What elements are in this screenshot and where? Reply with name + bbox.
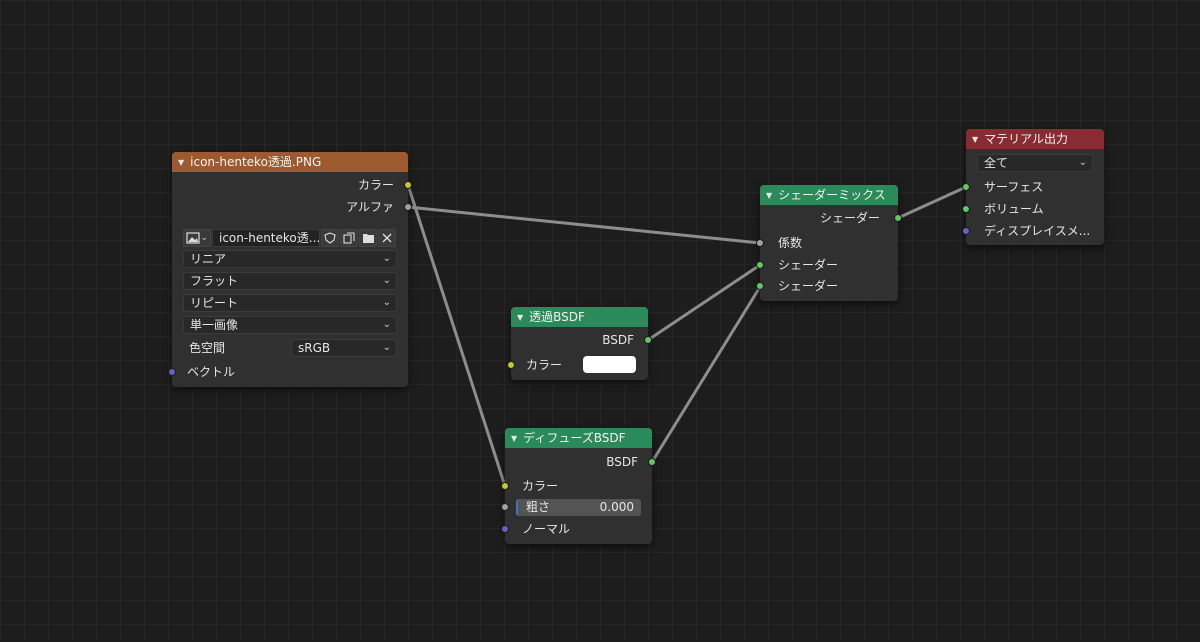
image-browse-button[interactable]: ⌄ [183,229,211,247]
displacement-input-label: ディスプレイスメ... [984,224,1091,238]
bsdf-output-socket[interactable] [644,336,652,344]
link-color-to-diffuse-color[interactable] [406,183,507,488]
close-icon [382,233,392,243]
link-transparent-to-shader1[interactable] [646,263,762,342]
vector-input-socket[interactable] [168,368,176,376]
fac-input-label: 係数 [778,236,803,250]
mix-shader-node[interactable]: ▼ シェーダーミックス シェーダー 係数 シェーダー シェーダー [756,185,902,301]
diffuse-bsdf-node[interactable]: ▼ ディフューズBSDF BSDF カラー 粗さ 0.000 ノーマル [501,428,656,544]
material-output-title: マテリアル出力 [984,132,1069,146]
alpha-output-socket[interactable] [404,203,412,211]
transparent-bsdf-title: 透過BSDF [529,310,585,324]
color-swatch[interactable] [583,356,636,373]
fake-user-shield-button[interactable] [321,229,339,247]
collapse-arrow-icon[interactable]: ▼ [511,429,517,448]
extension-dropdown[interactable]: リピート ⌄ [183,294,397,312]
image-browse-row: ⌄ icon-henteko透... [183,229,397,247]
colorspace-value: sRGB [298,341,331,355]
folder-icon [362,234,374,243]
collapse-arrow-icon[interactable]: ▼ [517,308,523,327]
image-texture-node[interactable]: ▼ icon-henteko透過.PNG カラー アルファ ⌄ icon-hent… [168,152,412,387]
chevron-down-icon: ⌄ [382,275,391,286]
bsdf-output-socket[interactable] [648,458,656,466]
transparent-bsdf-node[interactable]: ▼ 透過BSDF BSDF カラー [507,307,652,380]
roughness-input-socket[interactable] [501,503,509,511]
source-value: 単一画像 [190,318,239,332]
transparent-bsdf-header[interactable]: ▼ 透過BSDF [511,307,648,327]
shader2-input-socket[interactable] [756,282,764,290]
alpha-output-label: アルファ [346,200,394,214]
bsdf-output-label: BSDF [602,333,634,347]
color-input-label: カラー [526,358,563,372]
colorspace-dropdown[interactable]: sRGB ⌄ [291,339,397,357]
collapse-arrow-icon[interactable]: ▼ [178,153,184,172]
shader2-input-label: シェーダー [778,279,839,293]
chevron-down-icon: ⌄ [382,319,391,330]
roughness-slider[interactable]: 粗さ 0.000 [516,499,641,516]
target-value: 全て [984,156,1009,170]
link-diffuse-to-shader2[interactable] [650,285,762,464]
color-input-socket[interactable] [501,482,509,490]
image-name-field[interactable]: icon-henteko透... [212,229,320,247]
chevron-down-icon: ⌄ [1078,157,1087,168]
duplicate-icon [343,232,355,244]
collapse-arrow-icon[interactable]: ▼ [972,130,978,149]
shield-icon [324,232,336,244]
source-dropdown[interactable]: 単一画像 ⌄ [183,316,397,334]
target-dropdown[interactable]: 全て ⌄ [977,154,1093,172]
link-alpha-to-fac[interactable] [406,205,762,245]
shader-output-socket[interactable] [894,214,902,222]
open-image-button[interactable] [359,229,377,247]
color-output-socket[interactable] [404,181,412,189]
shader1-input-label: シェーダー [778,258,839,272]
link-mix-to-surface[interactable] [896,185,968,220]
vector-input-label: ベクトル [187,365,236,379]
bsdf-output-label: BSDF [606,455,638,469]
material-output-node[interactable]: ▼ マテリアル出力 全て ⌄ サーフェス ボリューム ディスプレイスメ... [962,129,1104,245]
mix-shader-header[interactable]: ▼ シェーダーミックス [760,185,898,205]
image-texture-header[interactable]: ▼ icon-henteko透過.PNG [172,152,408,172]
chevron-down-icon: ⌄ [200,233,208,243]
interpolation-dropdown[interactable]: リニア ⌄ [183,250,397,268]
image-texture-title: icon-henteko透過.PNG [190,155,322,169]
interpolation-value: リニア [190,252,227,266]
unlink-image-button[interactable] [378,229,396,247]
mix-shader-title: シェーダーミックス [778,188,886,202]
color-output-label: カラー [357,178,394,192]
color-input-socket[interactable] [507,361,515,369]
projection-value: フラット [190,274,239,288]
diffuse-bsdf-title: ディフューズBSDF [523,431,626,445]
roughness-label: 粗さ [526,500,551,514]
shader-output-label: シェーダー [819,211,880,225]
volume-input-socket[interactable] [962,205,970,213]
surface-input-label: サーフェス [984,180,1044,194]
colorspace-label: 色空間 [189,341,226,355]
displacement-input-socket[interactable] [962,227,970,235]
normal-input-socket[interactable] [501,525,509,533]
new-image-button[interactable] [340,229,358,247]
normal-input-label: ノーマル [522,522,571,536]
extension-value: リピート [190,296,239,310]
image-icon [186,232,200,244]
chevron-down-icon: ⌄ [382,253,391,264]
projection-dropdown[interactable]: フラット ⌄ [183,272,397,290]
diffuse-bsdf-header[interactable]: ▼ ディフューズBSDF [505,428,652,448]
collapse-arrow-icon[interactable]: ▼ [766,186,772,205]
chevron-down-icon: ⌄ [382,342,391,353]
shader1-input-socket[interactable] [756,261,764,269]
roughness-value: 0.000 [599,500,634,514]
volume-input-label: ボリューム [984,202,1044,216]
chevron-down-icon: ⌄ [382,297,391,308]
fac-input-socket[interactable] [756,239,764,247]
surface-input-socket[interactable] [962,183,970,191]
material-output-header[interactable]: ▼ マテリアル出力 [966,129,1104,149]
color-input-label: カラー [522,479,559,493]
